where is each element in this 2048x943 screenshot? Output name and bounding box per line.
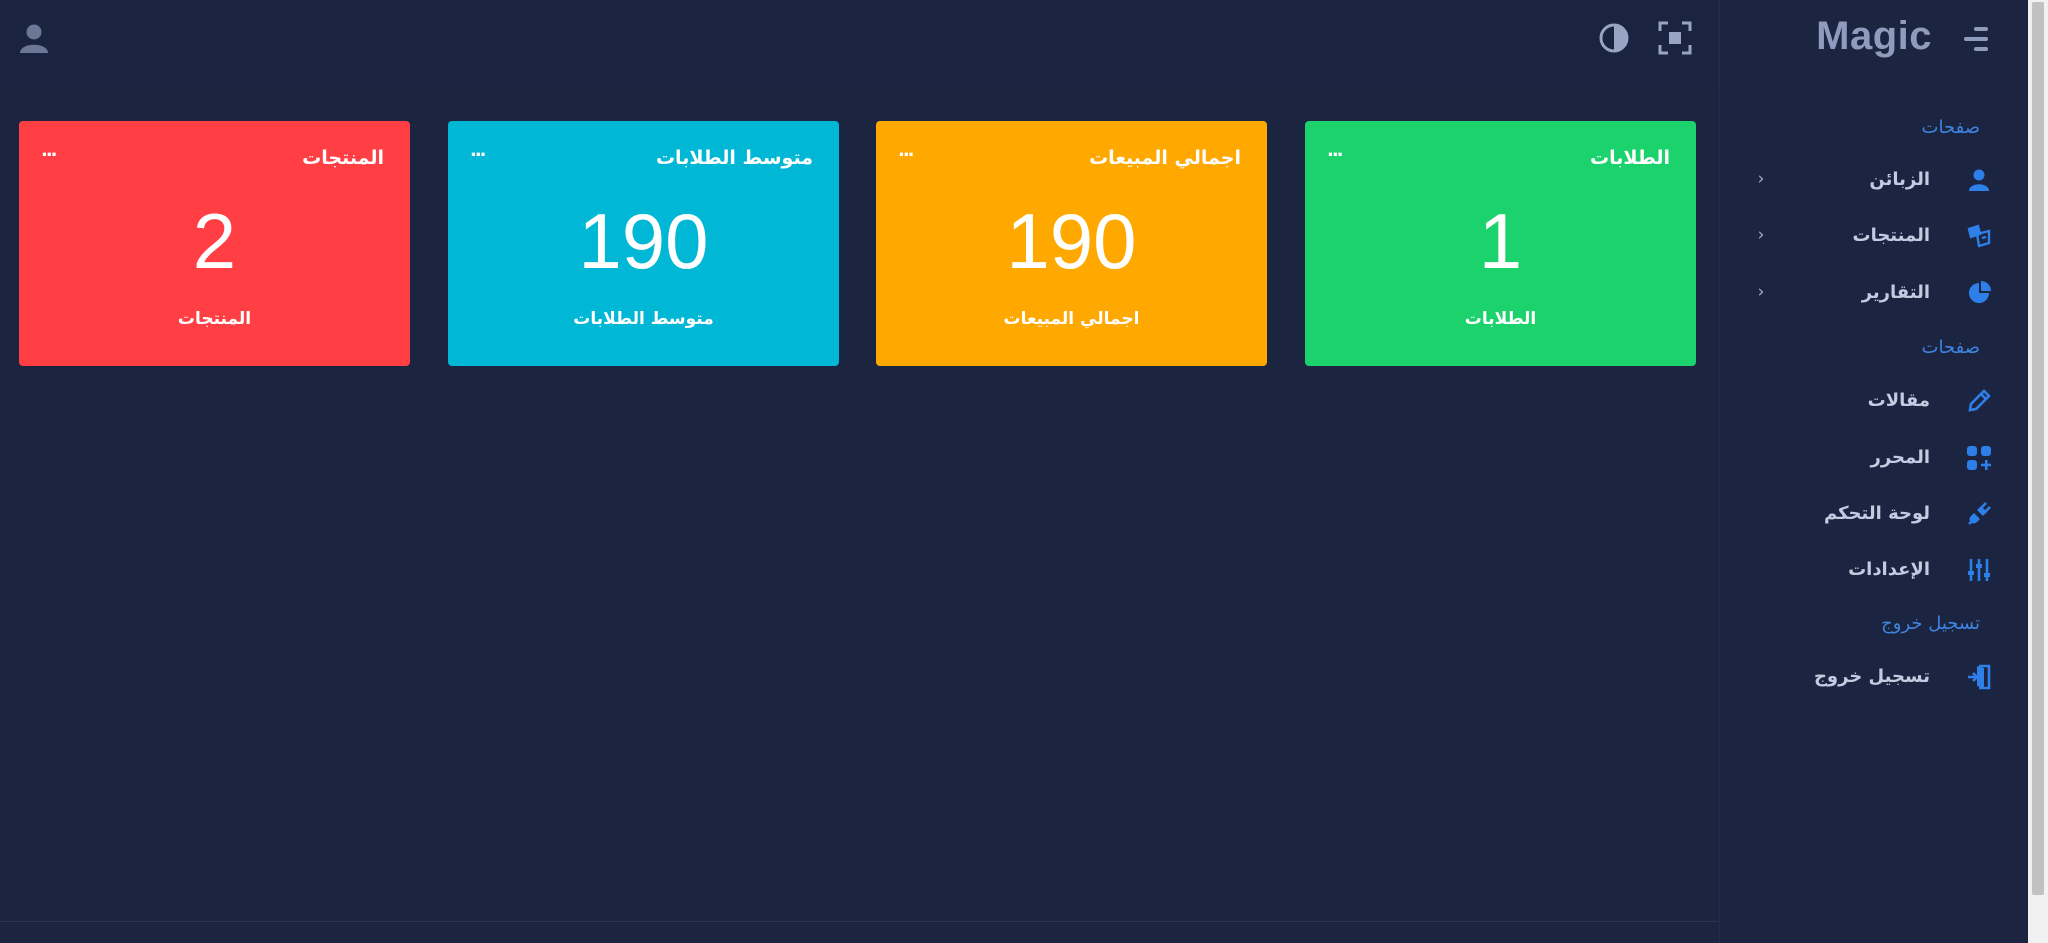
card-value: 190 <box>578 197 709 285</box>
logout-icon <box>1966 664 1992 690</box>
menu-toggle-icon[interactable] <box>1960 26 1992 52</box>
apps-icon <box>1966 445 1992 471</box>
plug-icon <box>1966 501 1992 527</box>
page-scrollbar[interactable] <box>2028 0 2048 943</box>
section-heading-pages: صفحات <box>1921 117 1980 138</box>
more-options-icon[interactable]: ... <box>898 142 914 160</box>
products-icon <box>1966 223 1992 249</box>
section-heading-pages-2: صفحات <box>1921 337 1980 358</box>
card-value: 1 <box>1478 197 1523 285</box>
card-title: المنتجات <box>302 147 384 169</box>
sidebar-item-articles[interactable]: مقالات <box>1719 378 2028 424</box>
user-icon <box>1966 167 1992 193</box>
card-subtitle: اجمالي المبيعات <box>1003 309 1140 329</box>
card-value: 2 <box>192 197 237 285</box>
more-options-icon[interactable]: ... <box>41 142 57 160</box>
chevron-icon: › <box>1757 169 1765 189</box>
sidebar-item-label: التقارير <box>1861 282 1930 303</box>
card-title: الطلابات <box>1590 147 1670 169</box>
dashboard-content: الطلابات ... 1 الطلابات اجمالي المبيعات … <box>0 86 1718 921</box>
card-title: اجمالي المبيعات <box>1089 147 1241 169</box>
sidebar-item-settings[interactable]: الإعدادات <box>1719 547 2028 593</box>
sliders-icon <box>1966 557 1992 583</box>
sidebar: Magic صفحات الزبائن › المنتجات › التقاري… <box>1719 0 2028 943</box>
sidebar-item-reports[interactable]: التقارير › <box>1719 270 2028 316</box>
sidebar-item-label: المحرر <box>1870 447 1930 468</box>
card-orders: الطلابات ... 1 الطلابات <box>1305 121 1696 366</box>
card-average-orders: متوسط الطلابات ... 190 متوسط الطلابات <box>448 121 839 366</box>
scrollbar-thumb[interactable] <box>2032 2 2044 895</box>
more-options-icon[interactable]: ... <box>1327 142 1343 160</box>
sidebar-header: Magic <box>1720 0 2028 80</box>
sidebar-item-products[interactable]: المنتجات › <box>1719 213 2028 259</box>
sidebar-item-label: لوحة التحكم <box>1823 503 1930 524</box>
sidebar-item-customers[interactable]: الزبائن › <box>1719 157 2028 203</box>
pencil-icon <box>1966 388 1992 414</box>
sidebar-item-label: مقالات <box>1867 390 1930 411</box>
more-options-icon[interactable]: ... <box>470 142 486 160</box>
user-avatar-icon[interactable] <box>16 20 52 56</box>
card-subtitle: متوسط الطلابات <box>573 309 714 329</box>
section-heading-logout: تسجيل خروج <box>1881 613 1980 634</box>
sidebar-item-logout[interactable]: تسجيل خروج <box>1719 654 2028 700</box>
card-title: متوسط الطلابات <box>655 147 813 169</box>
chevron-icon: › <box>1757 225 1765 245</box>
sidebar-item-label: المنتجات <box>1852 225 1930 246</box>
card-products: المنتجات ... 2 المنتجات <box>19 121 410 366</box>
sidebar-item-label: تسجيل خروج <box>1813 666 1930 687</box>
card-subtitle: المنتجات <box>177 309 252 329</box>
card-subtitle: الطلابات <box>1464 309 1537 329</box>
sidebar-item-editor[interactable]: المحرر <box>1719 435 2028 481</box>
card-total-sales: اجمالي المبيعات ... 190 اجمالي المبيعات <box>876 121 1267 366</box>
card-value: 190 <box>1006 197 1137 285</box>
brand-logo[interactable]: Magic <box>1816 14 1932 59</box>
theme-toggle-icon[interactable] <box>1596 20 1632 56</box>
fullscreen-icon[interactable] <box>1657 20 1693 56</box>
sidebar-item-dashboard[interactable]: لوحة التحكم <box>1719 491 2028 537</box>
footer-divider <box>0 921 1718 922</box>
pie-chart-icon <box>1966 280 1992 306</box>
top-navbar <box>0 0 1718 86</box>
chevron-icon: › <box>1757 282 1765 302</box>
sidebar-item-label: الزبائن <box>1869 169 1930 190</box>
sidebar-item-label: الإعدادات <box>1848 559 1930 580</box>
